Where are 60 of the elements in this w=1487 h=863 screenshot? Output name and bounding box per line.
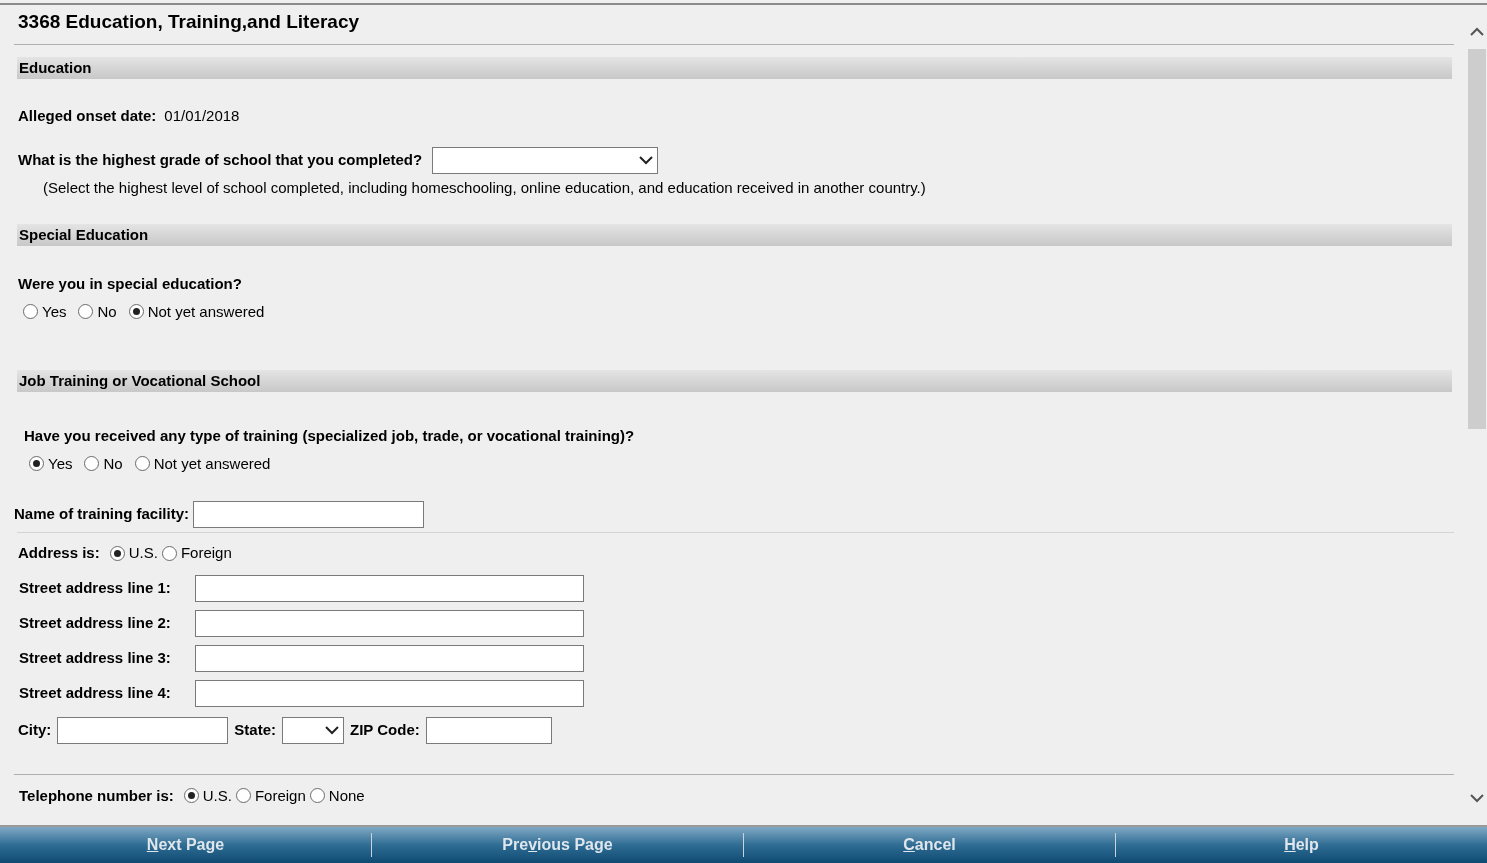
- radio-button[interactable]: [309, 788, 325, 804]
- radio-label: Yes: [48, 453, 73, 474]
- section-heading: Education: [17, 57, 1452, 79]
- radio-button[interactable]: [23, 304, 38, 320]
- radio-label: Foreign: [254, 785, 306, 806]
- field-label: Street address line 4:: [19, 682, 172, 703]
- page-title: 3368 Education, Training,and Literacy: [18, 10, 361, 34]
- question-label: Were you in special education?: [18, 274, 243, 294]
- field-value: 01/01/2018: [164, 106, 240, 126]
- footer-link[interactable]: Help: [1284, 833, 1319, 857]
- radio-button[interactable]: [183, 788, 199, 804]
- dropdown[interactable]: [432, 146, 659, 174]
- text-field[interactable]: [195, 679, 584, 707]
- field-label: Telephone number is:: [19, 785, 174, 806]
- radio-label: None: [328, 785, 365, 806]
- text-field[interactable]: [193, 501, 425, 528]
- radio-button[interactable]: [84, 456, 100, 472]
- radio-label: U.S.: [202, 785, 232, 806]
- chevron-down-icon: [325, 725, 340, 735]
- radio-button[interactable]: [109, 545, 125, 561]
- radio-button[interactable]: [235, 788, 251, 804]
- text-field[interactable]: [425, 716, 552, 744]
- radio-button[interactable]: [29, 456, 44, 472]
- scroll-down-icon[interactable]: [1470, 794, 1484, 803]
- field-label: Name of training facility:: [14, 504, 190, 525]
- radio-label: U.S.: [128, 543, 158, 563]
- radio-label: Not yet answered: [147, 301, 265, 322]
- field-label: Street address line 2:: [19, 612, 172, 633]
- field-label: Street address line 1:: [19, 577, 172, 598]
- field-label: City:: [18, 719, 52, 740]
- radio-label: Not yet answered: [153, 453, 271, 474]
- text-field[interactable]: [195, 574, 584, 602]
- field-label: Address is:: [18, 543, 100, 563]
- radio-label: Yes: [42, 301, 67, 322]
- footer-link[interactable]: Previous Page: [502, 833, 613, 857]
- field-label: State:: [234, 719, 277, 740]
- chevron-down-icon: [639, 155, 654, 165]
- radio-button[interactable]: [161, 545, 177, 561]
- radio-button[interactable]: [134, 456, 150, 472]
- text-field[interactable]: [195, 644, 584, 672]
- radio-label: No: [103, 453, 123, 474]
- radio-button[interactable]: [128, 304, 144, 320]
- dropdown[interactable]: [282, 716, 345, 744]
- text-field[interactable]: [195, 609, 584, 637]
- footer-link[interactable]: Cancel: [903, 833, 956, 857]
- question-label: Have you received any type of training (specialized job, trade, or vocational training)?: [24, 426, 636, 446]
- question-label: What is the highest grade of school that you completed?: [18, 149, 423, 170]
- scrollbar-thumb[interactable]: [1468, 49, 1486, 429]
- radio-button[interactable]: [78, 304, 94, 320]
- field-label: ZIP Code:: [350, 719, 420, 740]
- field-label: Street address line 3:: [19, 647, 172, 668]
- field-label: Alleged onset date:: [18, 106, 157, 126]
- radio-label: Foreign: [180, 543, 232, 563]
- text-field[interactable]: [57, 716, 229, 744]
- footer-link[interactable]: Next Page: [146, 833, 225, 857]
- section-heading: Job Training or Vocational School: [17, 370, 1452, 392]
- scroll-up-icon[interactable]: [1470, 27, 1484, 36]
- section-heading: Special Education: [17, 224, 1452, 246]
- hint-text: (Select the highest level of school completed, including homeschooling, online education, and education received in another country.): [43, 177, 927, 198]
- radio-label: No: [97, 301, 117, 322]
